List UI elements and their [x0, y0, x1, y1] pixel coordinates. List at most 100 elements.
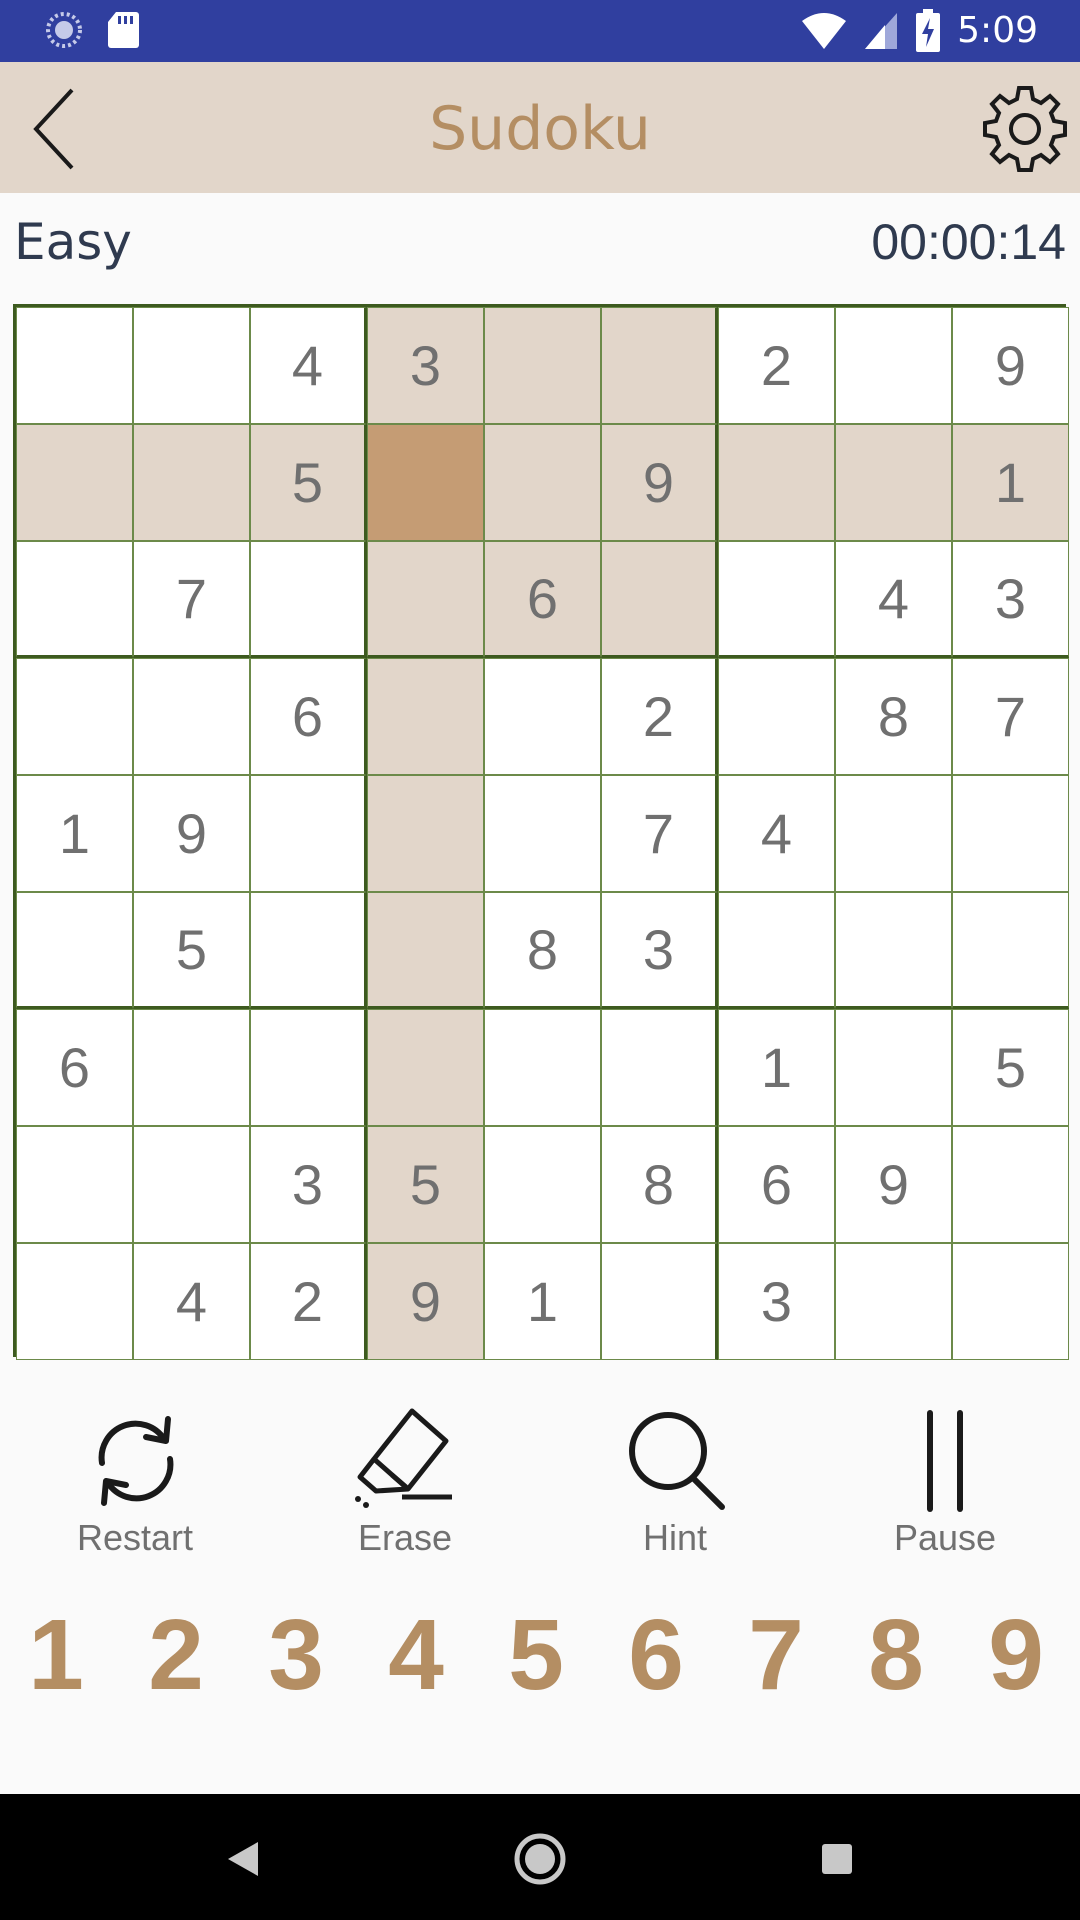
board-cell[interactable] [367, 424, 484, 541]
board-cell[interactable]: 2 [718, 307, 835, 424]
nav-back-button[interactable] [208, 1824, 278, 1894]
board-cell[interactable] [718, 424, 835, 541]
board-cell[interactable] [250, 775, 367, 892]
number-button-3[interactable]: 3 [246, 1595, 346, 1715]
board-cell[interactable]: 5 [133, 892, 250, 1009]
board-cell[interactable]: 4 [133, 1243, 250, 1360]
board-cell[interactable]: 3 [952, 541, 1069, 658]
board-cell[interactable]: 9 [952, 307, 1069, 424]
number-button-6[interactable]: 6 [606, 1595, 706, 1715]
board-cell[interactable] [367, 658, 484, 775]
board-cell[interactable]: 2 [250, 1243, 367, 1360]
board-cell[interactable] [835, 307, 952, 424]
board-cell[interactable]: 2 [601, 658, 718, 775]
board-cell[interactable]: 1 [952, 424, 1069, 541]
board-cell[interactable] [484, 1126, 601, 1243]
pause-button[interactable]: Pause [845, 1405, 1045, 1565]
board-cell[interactable] [367, 775, 484, 892]
board-cell[interactable]: 6 [484, 541, 601, 658]
number-button-1[interactable]: 1 [6, 1595, 106, 1715]
erase-button[interactable]: Erase [305, 1405, 505, 1565]
board-cell[interactable] [718, 658, 835, 775]
board-cell[interactable] [484, 424, 601, 541]
gear-icon [983, 86, 1067, 172]
board-cell[interactable]: 3 [250, 1126, 367, 1243]
board-cell[interactable] [16, 892, 133, 1009]
board-cell[interactable] [718, 541, 835, 658]
board-cell[interactable] [133, 307, 250, 424]
board-cell[interactable] [601, 307, 718, 424]
board-cell[interactable] [601, 1243, 718, 1360]
board-cell[interactable] [367, 892, 484, 1009]
board-cell[interactable] [952, 1126, 1069, 1243]
board-cell[interactable] [133, 424, 250, 541]
board-cell[interactable] [250, 892, 367, 1009]
board-cell[interactable]: 5 [250, 424, 367, 541]
board-cell[interactable] [718, 892, 835, 1009]
board-cell[interactable] [601, 1009, 718, 1126]
board-cell[interactable] [133, 1009, 250, 1126]
board-cell[interactable]: 4 [718, 775, 835, 892]
number-button-4[interactable]: 4 [366, 1595, 466, 1715]
board-cell[interactable] [16, 658, 133, 775]
board-cell[interactable] [133, 1126, 250, 1243]
board-cell[interactable] [16, 424, 133, 541]
board-cell[interactable] [16, 307, 133, 424]
board-cell[interactable] [16, 1243, 133, 1360]
board-cell[interactable]: 3 [367, 307, 484, 424]
board-cell[interactable] [484, 775, 601, 892]
board-cell[interactable] [835, 424, 952, 541]
board-cell[interactable] [835, 775, 952, 892]
nav-recents-button[interactable] [802, 1824, 872, 1894]
board-cell[interactable]: 4 [250, 307, 367, 424]
board-cell[interactable] [250, 541, 367, 658]
board-cell[interactable] [952, 1243, 1069, 1360]
board-cell[interactable]: 8 [601, 1126, 718, 1243]
board-cell[interactable]: 9 [835, 1126, 952, 1243]
board-cell[interactable] [835, 1243, 952, 1360]
hint-button[interactable]: Hint [575, 1405, 775, 1565]
board-cell[interactable]: 7 [952, 658, 1069, 775]
nav-home-button[interactable] [505, 1824, 575, 1894]
board-cell[interactable]: 7 [601, 775, 718, 892]
board-cell[interactable]: 8 [835, 658, 952, 775]
board-cell[interactable] [484, 307, 601, 424]
board-cell[interactable]: 9 [367, 1243, 484, 1360]
board-cell[interactable]: 8 [484, 892, 601, 1009]
board-cell[interactable]: 3 [601, 892, 718, 1009]
board-cell[interactable]: 1 [16, 775, 133, 892]
board-cell[interactable]: 3 [718, 1243, 835, 1360]
board-cell[interactable]: 1 [484, 1243, 601, 1360]
board-cell[interactable]: 6 [16, 1009, 133, 1126]
board-cell[interactable]: 9 [133, 775, 250, 892]
board-cell[interactable]: 5 [952, 1009, 1069, 1126]
board-cell[interactable] [835, 892, 952, 1009]
board-cell[interactable]: 1 [718, 1009, 835, 1126]
board-cell[interactable]: 4 [835, 541, 952, 658]
number-button-9[interactable]: 9 [966, 1595, 1066, 1715]
board-cell[interactable] [250, 1009, 367, 1126]
board-cell[interactable]: 6 [250, 658, 367, 775]
board-cell[interactable] [484, 1009, 601, 1126]
board-cell[interactable]: 7 [133, 541, 250, 658]
board-cell[interactable] [133, 658, 250, 775]
board-cell[interactable] [16, 1126, 133, 1243]
number-button-7[interactable]: 7 [726, 1595, 826, 1715]
board-cell[interactable] [484, 658, 601, 775]
board-cell[interactable] [367, 1009, 484, 1126]
number-button-2[interactable]: 2 [126, 1595, 226, 1715]
wifi-icon [802, 13, 847, 49]
restart-button[interactable]: Restart [35, 1405, 235, 1565]
board-cell[interactable] [952, 775, 1069, 892]
board-cell[interactable]: 6 [718, 1126, 835, 1243]
board-cell[interactable]: 9 [601, 424, 718, 541]
settings-button[interactable] [980, 82, 1070, 172]
board-cell[interactable] [835, 1009, 952, 1126]
number-button-5[interactable]: 5 [486, 1595, 586, 1715]
number-button-8[interactable]: 8 [846, 1595, 946, 1715]
board-cell[interactable]: 5 [367, 1126, 484, 1243]
board-cell[interactable] [601, 541, 718, 658]
board-cell[interactable] [16, 541, 133, 658]
board-cell[interactable] [952, 892, 1069, 1009]
board-cell[interactable] [367, 541, 484, 658]
